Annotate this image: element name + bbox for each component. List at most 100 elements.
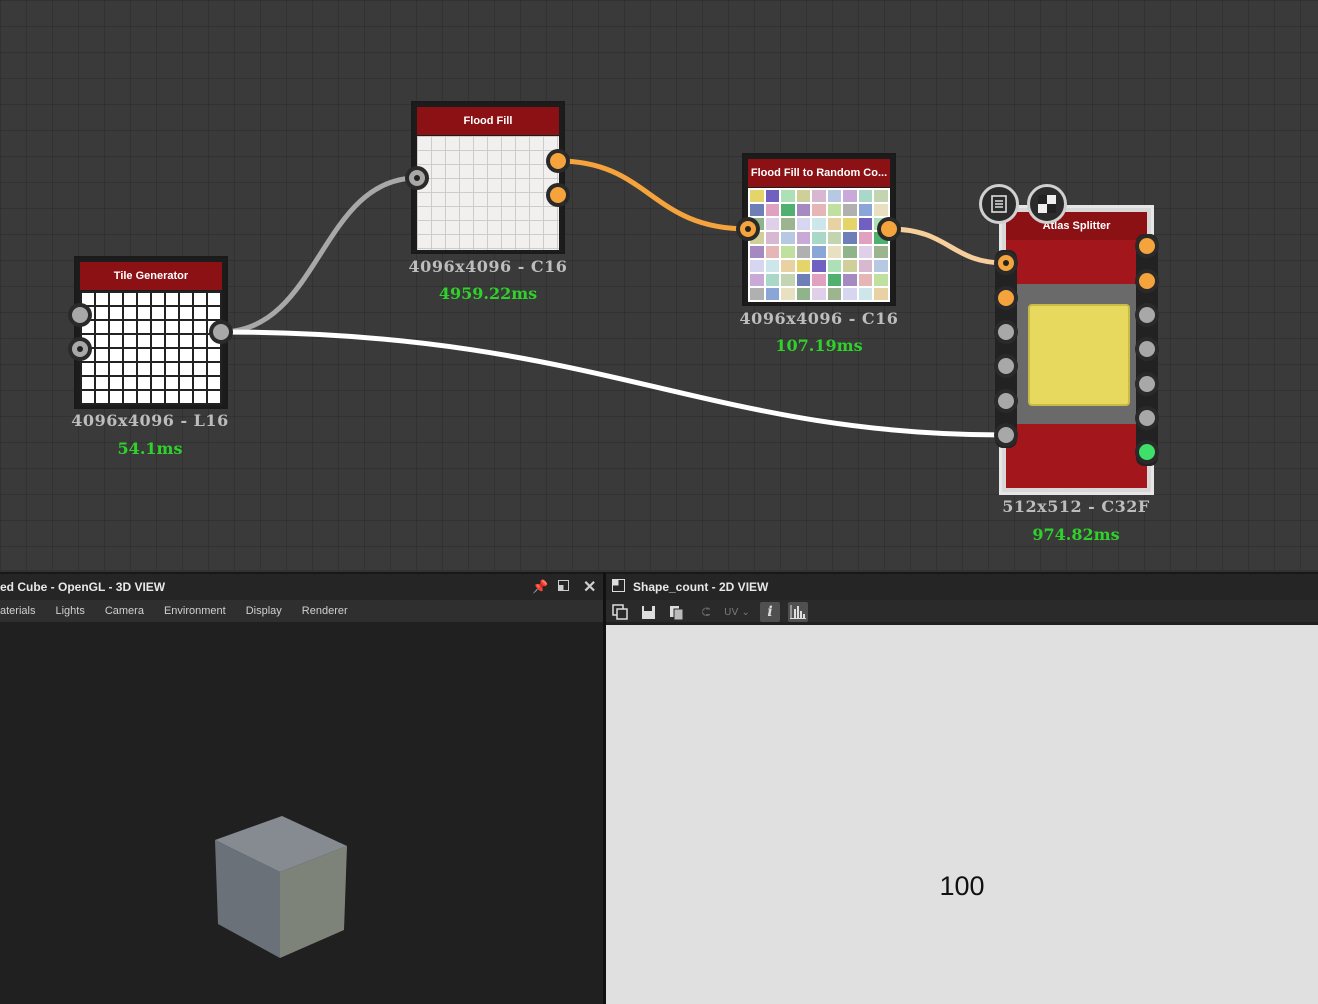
output-port[interactable] — [546, 183, 570, 207]
thumb-tile — [765, 246, 780, 258]
thumb-tile — [812, 204, 826, 216]
pin-icon[interactable]: 📌 — [532, 579, 548, 595]
save-icon[interactable] — [638, 602, 658, 622]
thumb-tile — [874, 274, 888, 286]
maximize-icon[interactable] — [558, 579, 569, 594]
thumb-tile — [827, 190, 842, 202]
input-port[interactable] — [994, 286, 1018, 310]
output-port[interactable] — [1135, 234, 1159, 258]
node-time: 54.1ms — [117, 439, 183, 458]
output-port[interactable] — [209, 320, 233, 344]
output-port[interactable] — [1135, 269, 1159, 293]
wire-tile-to-flood — [220, 175, 418, 335]
input-port[interactable] — [994, 251, 1018, 275]
menu-renderer[interactable]: Renderer — [302, 605, 348, 617]
thumb-tile — [765, 190, 780, 202]
uv-dropdown[interactable]: UV ⌄ — [722, 602, 752, 622]
menu-camera[interactable]: Camera — [105, 605, 144, 617]
input-rail — [995, 250, 1017, 448]
menu-environment[interactable]: Environment — [164, 605, 226, 617]
view-2d-icon — [612, 579, 625, 595]
thumb-tile — [796, 204, 811, 216]
thumb-tile — [750, 204, 764, 216]
thumb-tile — [812, 274, 826, 286]
node-thumbnail — [417, 136, 559, 250]
thumb-tile — [874, 288, 888, 300]
node-body: Atlas Splitter — [1006, 212, 1147, 488]
clipboard-icon[interactable] — [666, 602, 686, 622]
menu-display[interactable]: Display — [246, 605, 282, 617]
output-port[interactable] — [1135, 440, 1159, 464]
input-port[interactable] — [994, 423, 1018, 447]
thumb-tile — [827, 204, 842, 216]
thumb-tile — [827, 288, 842, 300]
thumb-tile — [796, 246, 811, 258]
panel-title: ed Cube - OpenGL - 3D VIEW — [0, 580, 166, 594]
close-icon[interactable]: ✕ — [583, 577, 596, 597]
thumb-tile — [827, 218, 842, 230]
node-tile-generator[interactable]: Tile Generator — [74, 256, 228, 409]
thumb-tile — [874, 246, 888, 258]
thumb-tile — [874, 204, 888, 216]
output-port[interactable] — [1135, 303, 1159, 327]
thumb-tile — [812, 190, 826, 202]
view-2d-canvas[interactable]: 100 — [606, 625, 1318, 1004]
thumb-tile — [812, 218, 826, 230]
output-port[interactable] — [1135, 372, 1159, 396]
input-port[interactable] — [68, 303, 92, 327]
menu-materials[interactable]: aterials — [0, 605, 35, 617]
thumb-tile — [765, 204, 780, 216]
input-port[interactable] — [405, 166, 429, 190]
thumb-tile — [858, 260, 873, 272]
thumb-tile — [843, 218, 857, 230]
node-resolution: 4096x4096 - C16 — [408, 257, 568, 276]
thumb-tile — [858, 232, 873, 244]
thumb-tile — [874, 260, 888, 272]
panel-header: Shape_count - 2D VIEW — [606, 572, 1318, 600]
input-port[interactable] — [994, 389, 1018, 413]
checker-icon[interactable] — [1027, 184, 1067, 224]
share-icon[interactable]: ⮈ — [696, 602, 716, 622]
output-port[interactable] — [1135, 337, 1159, 361]
node-flood-fill-random[interactable]: Flood Fill to Random Co... — [742, 153, 896, 306]
input-port[interactable] — [736, 217, 760, 241]
copy-to-3d-icon[interactable] — [610, 602, 630, 622]
thumb-tile — [874, 190, 888, 202]
thumb-tile — [827, 274, 842, 286]
thumb-tile — [750, 190, 764, 202]
panel-title: Shape_count - 2D VIEW — [633, 580, 769, 594]
cube-mesh[interactable] — [210, 812, 355, 962]
thumb-tile — [765, 232, 780, 244]
thumb-tile — [812, 246, 826, 258]
thumb-tile — [781, 260, 795, 272]
input-port[interactable] — [68, 337, 92, 361]
histogram-icon[interactable] — [788, 602, 808, 622]
input-port[interactable] — [994, 320, 1018, 344]
thumb-tile — [781, 218, 795, 230]
node-resolution: 4096x4096 - C16 — [739, 309, 899, 328]
thumb-tile — [812, 232, 826, 244]
thumb-tile — [812, 260, 826, 272]
input-port[interactable] — [994, 354, 1018, 378]
thumb-tile — [858, 190, 873, 202]
thumb-tile — [796, 218, 811, 230]
output-port[interactable] — [877, 217, 901, 241]
node-graph[interactable]: Tile Generator 4096x4096 - L16 54.1ms Fl… — [0, 0, 1318, 570]
thumb-tile — [858, 204, 873, 216]
output-port[interactable] — [1135, 406, 1159, 430]
node-title: Flood Fill — [417, 107, 559, 135]
menu-lights[interactable]: Lights — [55, 605, 84, 617]
panel-2d-view: Shape_count - 2D VIEW ⮈ UV ⌄ i 100 — [606, 572, 1318, 1004]
node-title: Flood Fill to Random Co... — [748, 159, 890, 187]
node-title: Atlas Splitter — [1006, 212, 1147, 240]
node-atlas-splitter[interactable]: Atlas Splitter — [999, 205, 1154, 495]
thumb-tile — [827, 260, 842, 272]
thumb-tile — [781, 232, 795, 244]
info-icon[interactable]: i — [760, 602, 780, 622]
document-icon[interactable] — [979, 184, 1019, 224]
output-port[interactable] — [546, 149, 570, 173]
thumb-tile — [796, 260, 811, 272]
wire-random-to-atlas — [888, 226, 1006, 266]
node-flood-fill[interactable]: Flood Fill — [411, 101, 565, 254]
thumb-tile — [750, 288, 764, 300]
